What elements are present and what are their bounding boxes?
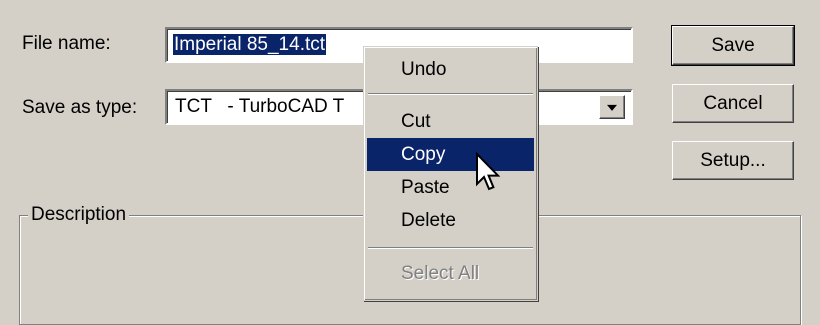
- menu-item-cut-label: Cut: [401, 111, 431, 132]
- menu-item-select-all: Select All: [367, 257, 534, 290]
- cancel-button-label: Cancel: [703, 92, 763, 114]
- menu-item-delete-label: Delete: [401, 210, 456, 231]
- save-as-type-label: Save as type:: [22, 97, 138, 118]
- menu-separator: [368, 93, 533, 95]
- menu-item-delete[interactable]: Delete: [367, 204, 534, 237]
- file-name-label: File name:: [22, 33, 111, 54]
- dropdown-arrow-button[interactable]: [599, 95, 625, 119]
- save-as-type-value: TCT - TurboCAD T: [175, 96, 345, 117]
- save-button[interactable]: Save: [671, 25, 795, 66]
- menu-item-undo[interactable]: Undo: [367, 53, 534, 86]
- setup-button-label: Setup...: [700, 149, 766, 171]
- cancel-button[interactable]: Cancel: [672, 84, 794, 123]
- mouse-pointer-icon: [476, 152, 501, 191]
- context-menu: Undo Cut Copy Paste Delete Select All: [363, 46, 538, 301]
- menu-item-paste-label: Paste: [401, 177, 450, 198]
- menu-item-cut[interactable]: Cut: [367, 105, 534, 138]
- menu-separator: [368, 247, 533, 249]
- description-legend: Description: [28, 204, 130, 226]
- save-button-label: Save: [711, 34, 755, 56]
- menu-item-paste[interactable]: Paste: [367, 171, 534, 204]
- setup-button[interactable]: Setup...: [672, 141, 794, 180]
- menu-item-copy[interactable]: Copy: [367, 138, 534, 171]
- file-name-selected-text: Imperial 85_14.tct: [173, 34, 327, 55]
- menu-item-undo-label: Undo: [401, 59, 447, 80]
- menu-item-copy-label: Copy: [401, 144, 446, 165]
- menu-item-select-all-label: Select All: [401, 263, 480, 284]
